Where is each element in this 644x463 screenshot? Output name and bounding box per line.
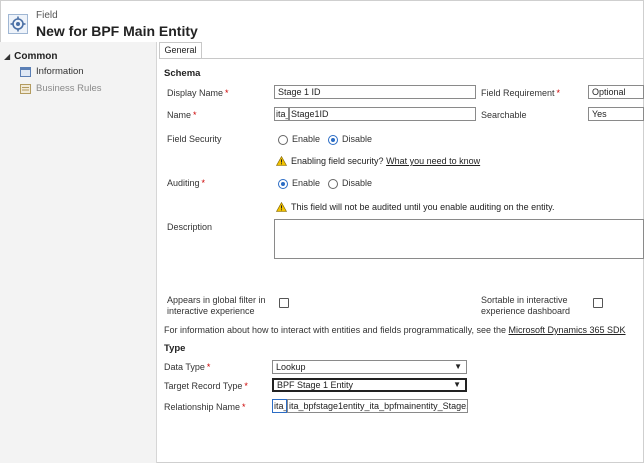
auditing-disable-radio[interactable] [328,179,338,189]
target-record-type-label: Target Record Type * [164,381,248,391]
display-name-input[interactable]: Stage 1 ID [274,85,476,99]
schema-heading: Schema [164,68,201,79]
auditing-disable-label: Disable [342,178,373,188]
name-input[interactable]: Stage1ID [289,107,476,121]
auditing-label: Auditing * [167,178,206,188]
sidebar-item-information[interactable]: Information [20,66,84,77]
sortable-checkbox[interactable] [593,298,603,308]
sidebar-group-common[interactable]: ◢ Common [4,51,58,62]
audit-warning: This field will not be audited until you… [275,201,555,212]
searchable-select[interactable]: Yes [588,107,644,121]
name-prefix: ita_ [274,107,289,121]
field-security-disable-radio[interactable] [328,135,338,145]
form-header: Field New for BPF Main Entity [0,0,644,42]
business-rules-icon [20,83,31,94]
field-security-enable-label: Enable [292,134,321,144]
auditing-enable-label: Enable [292,178,321,188]
audit-warning-text: This field will not be audited until you… [291,202,555,212]
field-entity-icon [8,14,28,34]
security-warning: Enabling field security? What you need t… [275,155,480,166]
field-requirement-label: Field Requirement * [481,88,561,98]
collapse-triangle-icon: ◢ [4,52,11,61]
sdk-link[interactable]: Microsoft Dynamics 365 SDK [509,325,626,335]
relationship-name-label: Relationship Name * [164,402,246,412]
sidebar-item-label: Business Rules [36,83,102,94]
chevron-down-icon: ▼ [453,380,461,389]
page-title: New for BPF Main Entity [36,23,198,39]
name-label: Name * [167,110,197,120]
description-label: Description [167,222,213,232]
auditing-enable-radio[interactable] [278,179,288,189]
header-subtitle: Field [36,10,58,21]
sdk-info-text: For information about how to interact wi… [164,325,626,335]
security-warning-text: Enabling field security? [291,156,384,166]
data-type-select[interactable]: Lookup ▼ [272,360,467,374]
searchable-label: Searchable [481,110,527,120]
global-filter-label-line2: interactive experience [167,306,255,316]
description-textarea[interactable] [274,219,644,259]
global-filter-label-line1: Appears in global filter in [167,295,266,305]
field-security-disable-label: Disable [342,134,373,144]
warning-icon [275,155,288,166]
information-icon [20,66,31,77]
tab-general[interactable]: General [159,42,202,59]
sidebar-item-label: Information [36,66,84,77]
sidebar-item-business-rules[interactable]: Business Rules [20,83,101,94]
relationship-name-prefix: ita_ [272,399,287,413]
field-requirement-select[interactable]: Optional [588,85,644,99]
field-security-enable-radio[interactable] [278,135,288,145]
tab-divider [159,58,644,59]
sidebar: ◢ Common Information Business Rules [0,42,157,463]
data-type-label: Data Type * [164,362,211,372]
target-record-type-select[interactable]: BPF Stage 1 Entity ▼ [272,378,467,392]
what-you-need-to-know-link[interactable]: What you need to know [386,156,480,166]
display-name-label: Display Name * [167,88,229,98]
relationship-name-input[interactable]: ita_bpfstage1entity_ita_bpfmainentity_St… [287,399,468,413]
field-security-label: Field Security [167,134,222,144]
type-heading: Type [164,343,186,354]
sortable-label-line2: experience dashboard [481,306,571,316]
sidebar-group-label: Common [14,51,58,62]
sortable-label-line1: Sortable in interactive [481,295,568,305]
warning-icon [275,201,288,212]
global-filter-checkbox[interactable] [279,298,289,308]
chevron-down-icon: ▼ [454,362,462,371]
